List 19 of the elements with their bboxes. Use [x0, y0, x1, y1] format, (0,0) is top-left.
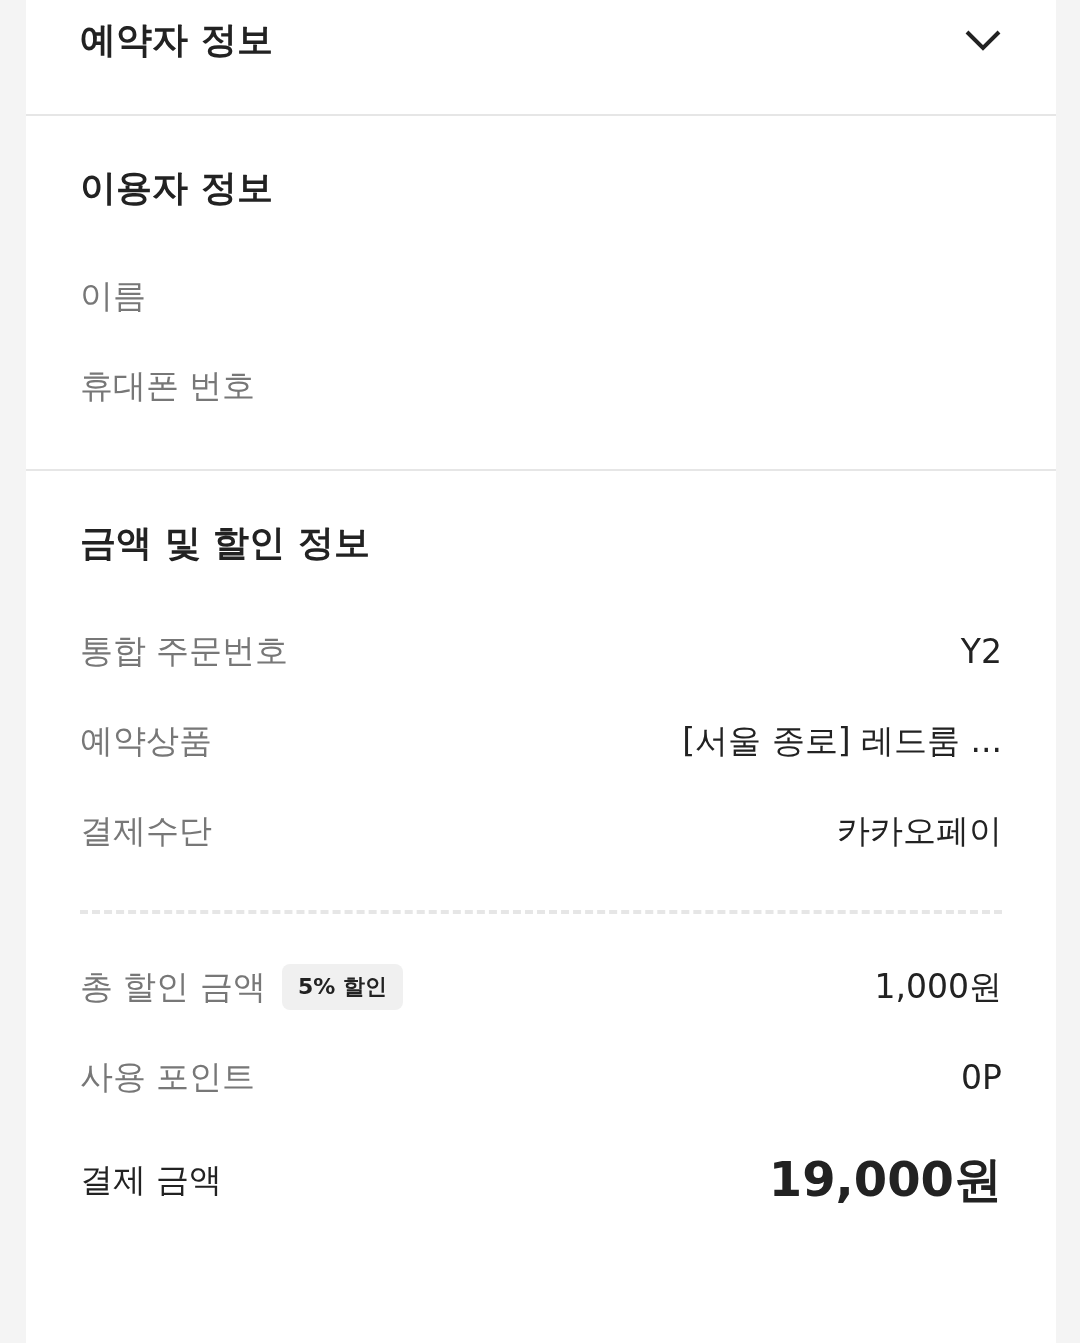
field-value: [서울 종로] 레드룸 ...	[682, 719, 1002, 762]
field-label: 사용 포인트	[80, 1055, 256, 1098]
discount-badge: 5% 할인	[282, 964, 403, 1010]
field-label: 휴대폰 번호	[80, 364, 256, 407]
field-value: 0P	[961, 1057, 1002, 1097]
section-title: 금액 및 할인 정보	[80, 521, 371, 565]
section-title: 이용자 정보	[80, 166, 274, 210]
field-label: 예약상품	[80, 719, 212, 762]
field-label: 총 할인 금액	[80, 965, 266, 1008]
field-label: 결제수단	[80, 809, 212, 852]
section-title: 예약자 정보	[80, 17, 273, 62]
field-label: 이름	[80, 274, 146, 317]
field-value: 1,000원	[874, 965, 1002, 1008]
chevron-down-icon[interactable]	[964, 28, 1002, 52]
field-label: 결제 금액	[80, 1158, 223, 1201]
total-amount: 19,000원	[768, 1150, 1002, 1209]
field-value: 카카오페이	[837, 809, 1002, 852]
field-value: Y2	[960, 631, 1002, 671]
field-label: 통합 주문번호	[80, 629, 289, 672]
